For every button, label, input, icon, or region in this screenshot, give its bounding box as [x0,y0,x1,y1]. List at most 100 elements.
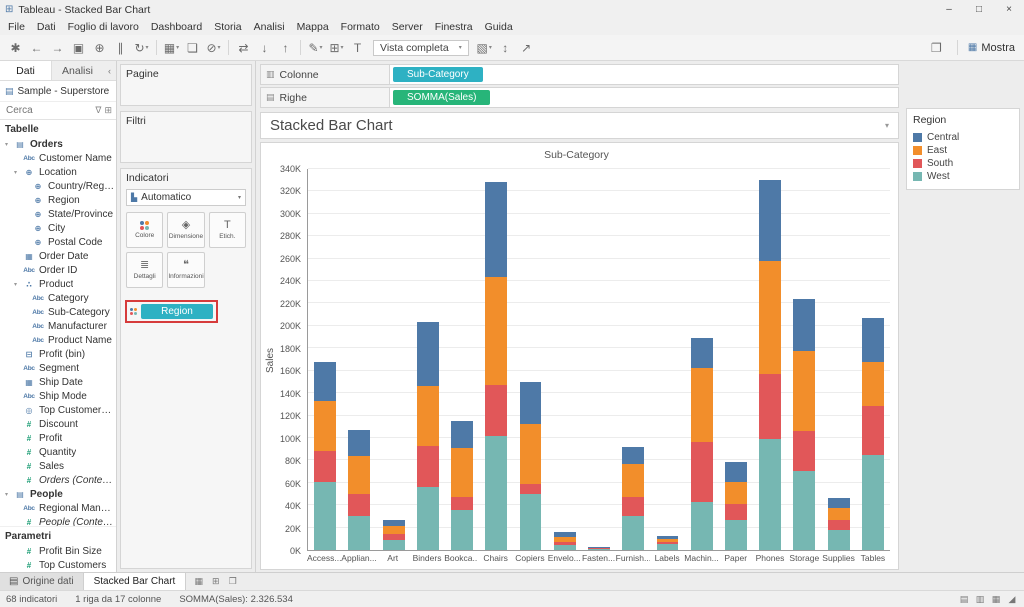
show-me-button[interactable]: ▦ Mostra [968,42,1015,54]
field-quantity[interactable]: #Quantity [0,445,116,459]
refresh-icon[interactable]: ↻▾ [131,38,152,57]
menu-guida[interactable]: Guida [479,21,519,33]
bar-segment-east[interactable] [417,386,439,446]
bar-segment-west[interactable] [348,516,370,550]
bar-segment-west[interactable] [451,510,473,550]
bar-segment-central[interactable] [862,318,884,362]
bar-fasten[interactable] [588,169,610,550]
bar-segment-south[interactable] [520,484,542,494]
group-members-icon[interactable]: ⊞▾ [326,38,347,57]
field-manufacturer[interactable]: AbcManufacturer [0,319,116,333]
highlight-icon[interactable]: ✎▾ [305,38,326,57]
bar-envelo[interactable] [554,169,576,550]
bar-art[interactable] [383,169,405,550]
bar-segment-east[interactable] [691,368,713,442]
bar-paper[interactable] [725,169,747,550]
field-profit[interactable]: #Profit [0,431,116,445]
bar-segment-central[interactable] [314,362,336,400]
bar-segment-east[interactable] [314,401,336,451]
field-orders[interactable]: ▾▤Orders [0,137,116,151]
field-city[interactable]: ⊕City [0,221,116,235]
bar-machin[interactable] [691,169,713,550]
bar-bookca[interactable] [451,169,473,550]
field-order-id[interactable]: AbcOrder ID [0,263,116,277]
new-story-tab-icon[interactable]: ❐ [225,576,240,587]
clear-sheet-icon[interactable]: ⊘▾ [203,38,224,57]
presentation-mode-icon[interactable]: ❐ [926,38,947,57]
field-location[interactable]: ▾⊕Location [0,165,116,179]
columns-shelf-area[interactable]: Sub-Category [390,64,899,85]
field-ship-date[interactable]: ▦Ship Date [0,375,116,389]
bar-segment-south[interactable] [862,406,884,455]
field-orders-conteggio[interactable]: #Orders (Conteggio) [0,473,116,487]
bar-segment-west[interactable] [622,516,644,550]
expand-caret-icon[interactable]: ▾ [12,169,19,176]
menu-dashboard[interactable]: Dashboard [145,21,208,33]
bar-segment-west[interactable] [588,549,610,550]
legend-item-west[interactable]: West [913,170,1013,183]
field-country-region[interactable]: ⊕Country/Region [0,179,116,193]
field-people[interactable]: ▾▤People [0,487,116,501]
parameter-top-customers[interactable]: #Top Customers [0,558,116,572]
sheet-tab-active[interactable]: Stacked Bar Chart [84,573,187,590]
bar-segment-south[interactable] [793,431,815,471]
bar-access[interactable] [314,169,336,550]
expand-caret-icon[interactable]: ▾ [3,491,10,498]
menu-server[interactable]: Server [386,21,429,33]
status-list-view-icon[interactable]: ▥ [974,594,986,605]
bar-segment-east[interactable] [520,424,542,484]
marks-button-informazioni[interactable]: ❝Informazioni [167,252,204,288]
collapse-pane-icon[interactable]: ‹ [103,61,116,80]
bar-segment-west[interactable] [417,487,439,550]
bar-segment-west[interactable] [657,544,679,550]
marks-button-colore[interactable]: Colore [126,212,163,248]
bar-segment-south[interactable] [725,504,747,520]
bar-segment-west[interactable] [759,439,781,550]
new-dashboard-tab-icon[interactable]: ⊞ [208,576,223,587]
bar-segment-east[interactable] [759,261,781,374]
duplicate-sheet-icon[interactable]: ❏ [182,38,203,57]
bar-segment-west[interactable] [862,455,884,550]
bar-labels[interactable] [657,169,679,550]
bar-supplies[interactable] [828,169,850,550]
field-people-conteggio[interactable]: #People (Conteggio) [0,515,116,526]
rows-shelf-area[interactable]: SOMMA(Sales) [390,87,899,108]
close-button[interactable]: × [994,0,1024,19]
expand-caret-icon[interactable]: ▾ [12,281,19,288]
legend-item-south[interactable]: South [913,157,1013,170]
bar-segment-west[interactable] [314,482,336,550]
redo-icon[interactable]: → [47,38,68,57]
new-worksheet-icon[interactable]: ▦▾ [161,38,182,57]
field-ship-mode[interactable]: AbcShip Mode [0,389,116,403]
parameter-profit-bin-size[interactable]: #Profit Bin Size [0,544,116,558]
field-region[interactable]: ⊕Region [0,193,116,207]
bar-segment-central[interactable] [417,322,439,386]
swap-axes-icon[interactable]: ⇄ [233,38,254,57]
bar-segment-west[interactable] [691,502,713,550]
menu-storia[interactable]: Storia [208,21,247,33]
bar-segment-west[interactable] [828,530,850,550]
show-mark-labels-icon[interactable]: T [347,38,368,57]
menu-foglio-di-lavoro[interactable]: Foglio di lavoro [62,21,145,33]
bar-segment-east[interactable] [348,456,370,494]
bar-segment-central[interactable] [759,180,781,261]
bar-segment-south[interactable] [417,446,439,487]
bar-segment-south[interactable] [348,494,370,516]
field-state-province[interactable]: ⊕State/Province [0,207,116,221]
bar-segment-south[interactable] [485,385,507,436]
bar-segment-east[interactable] [383,526,405,534]
fix-axes-icon[interactable]: ↕ [495,38,516,57]
field-sales[interactable]: #Sales [0,459,116,473]
datasource-tab[interactable]: ▤ Origine dati [0,573,84,590]
bar-phones[interactable] [759,169,781,550]
field-postal-code[interactable]: ⊕Postal Code [0,235,116,249]
color-legend[interactable]: Region CentralEastSouthWest [906,108,1020,190]
search-input[interactable] [4,104,92,117]
menu-file[interactable]: File [2,21,31,33]
menu-dati[interactable]: Dati [31,21,62,33]
bar-segment-west[interactable] [485,436,507,550]
bar-segment-west[interactable] [520,494,542,550]
menu-mappa[interactable]: Mappa [291,21,335,33]
marks-pill-region[interactable]: Region [141,304,213,319]
maximize-button[interactable]: □ [964,0,994,19]
